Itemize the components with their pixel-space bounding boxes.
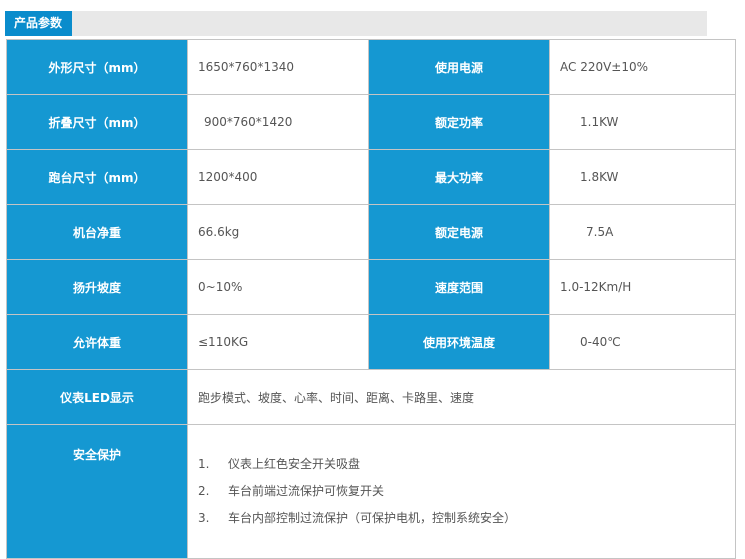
spec-label: 机台净重	[6, 204, 188, 260]
spec-value: 1650*760*1340	[187, 39, 369, 95]
list-number: 1.	[198, 457, 210, 471]
spec-value: 1.8KW	[549, 149, 736, 205]
spec-value: 66.6kg	[187, 204, 369, 260]
list-text: 车台内部控制过流保护（可保护电机，控制系统安全）	[228, 511, 517, 525]
display-label: 仪表LED显示	[6, 369, 188, 425]
spec-value: 1.1KW	[549, 94, 736, 150]
spec-row: 折叠尺寸（mm） 900*760*1420 额定功率 1.1KW	[6, 94, 736, 150]
spec-label: 扬升坡度	[6, 259, 188, 315]
spec-label: 折叠尺寸（mm）	[6, 94, 188, 150]
spec-label: 速度范围	[368, 259, 550, 315]
list-number: 3.	[198, 511, 210, 525]
spec-row-display: 仪表LED显示 跑步模式、坡度、心率、时间、距离、卡路里、速度	[6, 369, 736, 425]
spec-value: 7.5A	[549, 204, 736, 260]
spec-label: 允许体重	[6, 314, 188, 370]
spec-row: 外形尺寸（mm） 1650*760*1340 使用电源 AC 220V±10%	[6, 39, 736, 95]
spec-row-safety: 安全保护 1. 仪表上红色安全开关吸盘 2. 车台前端过流保护可恢复开关 3. …	[6, 424, 736, 559]
spec-label: 最大功率	[368, 149, 550, 205]
safety-feature-list: 1. 仪表上红色安全开关吸盘 2. 车台前端过流保护可恢复开关 3. 车台内部控…	[198, 451, 735, 532]
spec-value: AC 220V±10%	[549, 39, 736, 95]
spec-value: ≤110KG	[187, 314, 369, 370]
spec-value: 1.0-12Km/H	[549, 259, 736, 315]
spec-row: 扬升坡度 0~10% 速度范围 1.0-12Km/H	[6, 259, 736, 315]
spec-value: 900*760*1420	[187, 94, 369, 150]
list-number: 2.	[198, 484, 210, 498]
spec-row: 机台净重 66.6kg 额定电源 7.5A	[6, 204, 736, 260]
list-text: 仪表上红色安全开关吸盘	[228, 457, 361, 471]
spec-label: 使用环境温度	[368, 314, 550, 370]
safety-value: 1. 仪表上红色安全开关吸盘 2. 车台前端过流保护可恢复开关 3. 车台内部控…	[187, 424, 736, 559]
section-header-bar: 产品参数	[5, 11, 707, 36]
spec-row: 跑台尺寸（mm） 1200*400 最大功率 1.8KW	[6, 149, 736, 205]
spec-label: 跑台尺寸（mm）	[6, 149, 188, 205]
spec-label: 使用电源	[368, 39, 550, 95]
safety-feature-item: 1. 仪表上红色安全开关吸盘	[198, 451, 735, 478]
spec-label: 额定电源	[368, 204, 550, 260]
spec-label: 外形尺寸（mm）	[6, 39, 188, 95]
section-title-tab: 产品参数	[5, 11, 73, 36]
product-spec-table: 外形尺寸（mm） 1650*760*1340 使用电源 AC 220V±10% …	[6, 39, 736, 559]
safety-feature-item: 2. 车台前端过流保护可恢复开关	[198, 478, 735, 505]
display-value: 跑步模式、坡度、心率、时间、距离、卡路里、速度	[187, 369, 736, 425]
safety-feature-item: 3. 车台内部控制过流保护（可保护电机，控制系统安全）	[198, 505, 735, 532]
spec-value: 1200*400	[187, 149, 369, 205]
safety-label: 安全保护	[6, 424, 188, 559]
spec-row: 允许体重 ≤110KG 使用环境温度 0-40℃	[6, 314, 736, 370]
spec-value: 0-40℃	[549, 314, 736, 370]
spec-value: 0~10%	[187, 259, 369, 315]
spec-label: 额定功率	[368, 94, 550, 150]
list-text: 车台前端过流保护可恢复开关	[228, 484, 385, 498]
